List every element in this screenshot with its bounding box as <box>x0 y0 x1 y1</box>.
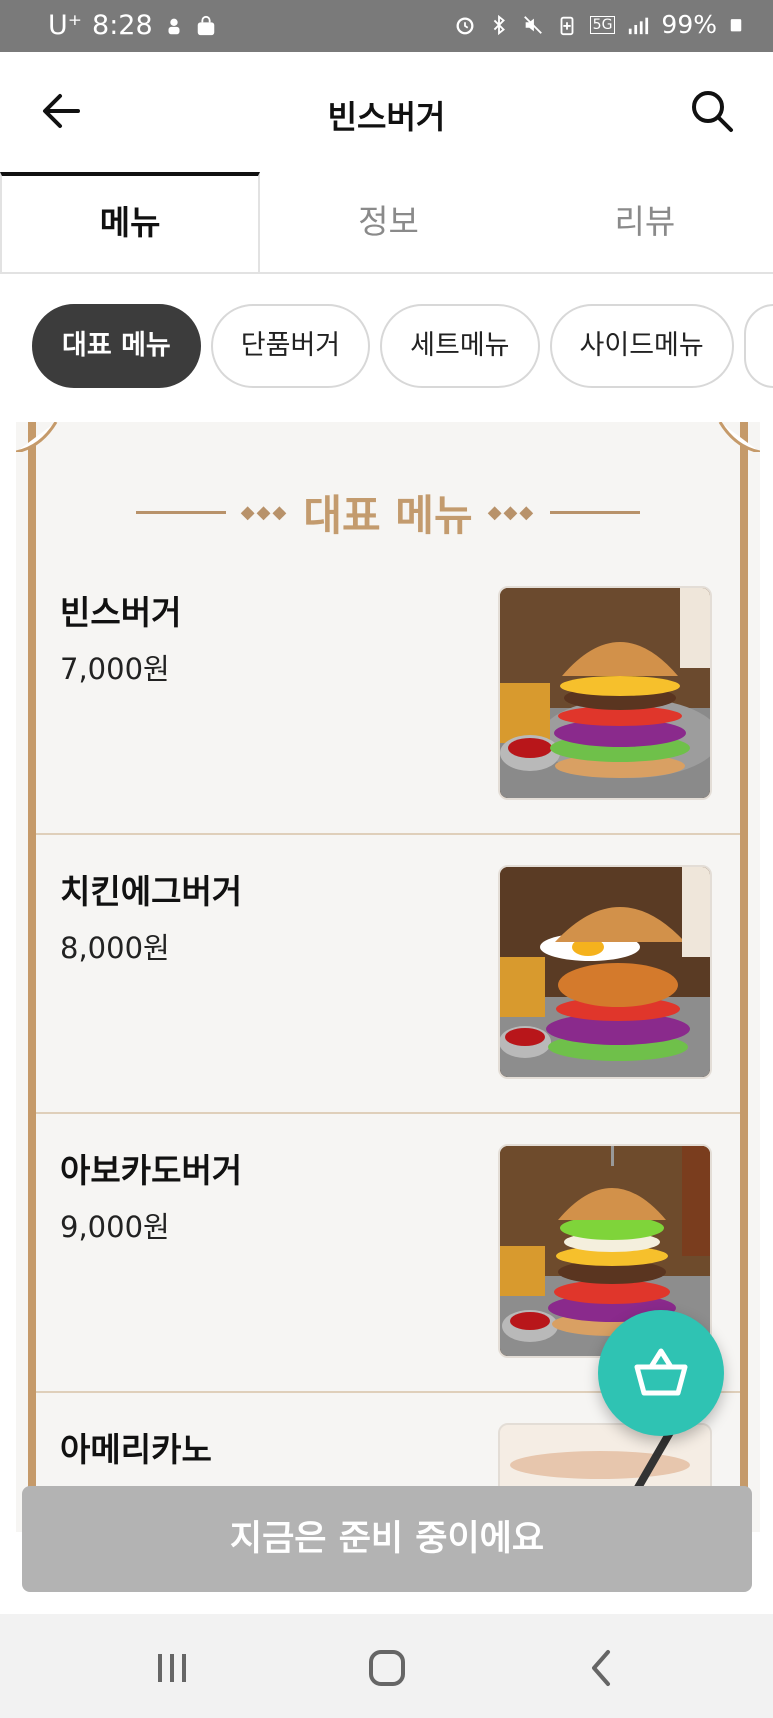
shopping-bag-icon <box>197 15 214 35</box>
corner-ornament-right <box>718 422 760 452</box>
status-bar: U⁺ 8:28 5G 99% <box>0 0 773 52</box>
menu-item-name: 아보카도버거 <box>60 1151 243 1190</box>
bluetooth-icon <box>493 14 505 35</box>
alarm-icon <box>456 16 474 34</box>
back-nav-icon[interactable] <box>580 1646 624 1690</box>
menu-item-price: 9,000원 <box>60 1210 170 1244</box>
menu-item-name: 아메리카노 <box>60 1430 212 1469</box>
chip-single-burger[interactable]: 단품버거 <box>210 304 371 388</box>
chip-set-menu[interactable]: 세트메뉴 <box>380 304 540 388</box>
battery-saver-icon <box>560 16 574 35</box>
battery-icon <box>730 18 742 31</box>
tab-bar: 메뉴 정보 리뷰 <box>0 172 773 274</box>
tab-menu[interactable]: 메뉴 <box>0 172 261 272</box>
diamond-ornament-icon: ◆◆◆ <box>240 502 289 523</box>
chip-side-menu[interactable]: 사이드메뉴 <box>549 304 734 388</box>
shopping-basket-icon <box>634 1348 688 1396</box>
board-frame-right <box>740 422 748 1532</box>
recent-apps-icon[interactable] <box>150 1646 194 1690</box>
signal-icon <box>629 17 649 34</box>
heading-rule-left <box>135 511 226 514</box>
page-title: 빈스버거 <box>327 98 446 136</box>
chip-more[interactable] <box>743 304 773 388</box>
diamond-ornament-icon: ◆◆◆ <box>487 502 536 523</box>
menu-item-name: 빈스버거 <box>60 593 182 632</box>
cart-button[interactable] <box>598 1310 724 1436</box>
home-icon[interactable] <box>365 1646 409 1690</box>
menu-item-price: 8,000원 <box>60 931 170 965</box>
mute-icon <box>523 15 542 34</box>
system-nav-bar <box>0 1614 773 1718</box>
battery-percent: 99% <box>661 10 717 39</box>
tab-info[interactable]: 정보 <box>260 172 516 272</box>
app-bar: 빈스버거 <box>0 52 773 172</box>
board-frame-left <box>28 422 36 1532</box>
clock: 8:28 <box>92 10 153 41</box>
menu-item[interactable]: 치킨에그버거 8,000원 <box>36 835 740 1114</box>
network-type: 5G <box>589 15 616 34</box>
order-unavailable-button[interactable]: 지금은 준비 중이에요 <box>22 1486 752 1592</box>
tab-reviews[interactable]: 리뷰 <box>517 172 773 272</box>
search-icon[interactable] <box>689 88 735 134</box>
menu-item[interactable]: 빈스버거 7,000원 <box>36 556 740 835</box>
notification-icon <box>168 18 180 34</box>
burger-photo <box>498 586 712 800</box>
category-chips: 대표 메뉴 단품버거 세트메뉴 사이드메뉴 <box>0 304 773 394</box>
heading-rule-right <box>550 511 641 514</box>
menu-item-name: 치킨에그버거 <box>60 872 243 911</box>
corner-ornament-left <box>16 422 58 452</box>
board-heading: ◆◆◆ 대표 메뉴 ◆◆◆ <box>16 482 760 543</box>
menu-item-price: 7,000원 <box>60 652 170 686</box>
burger-photo <box>498 865 712 1079</box>
carrier-label: U⁺ <box>48 10 83 41</box>
chip-signature-menu[interactable]: 대표 메뉴 <box>32 304 201 388</box>
board-heading-text: 대표 메뉴 <box>303 491 473 540</box>
